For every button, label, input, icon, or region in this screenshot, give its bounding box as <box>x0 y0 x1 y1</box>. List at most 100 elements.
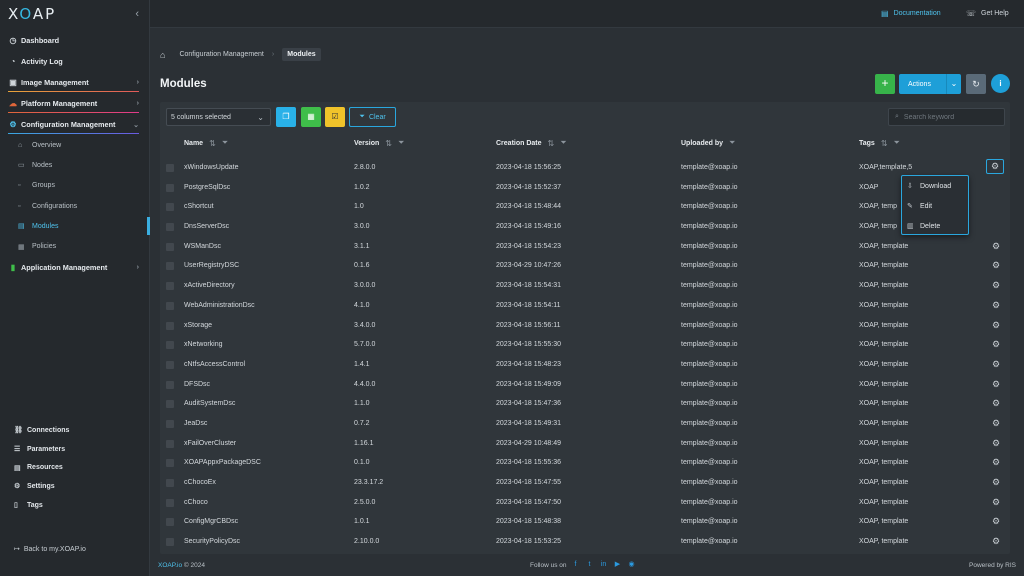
table-row[interactable]: xStorage 3.4.0.0 2023-04-18 15:56:11 templa… <box>160 316 1010 336</box>
filter-icon[interactable]: ⏷ <box>894 138 900 148</box>
row-checkbox[interactable] <box>166 242 174 251</box>
table-row[interactable]: xWindowsUpdate 2.8.0.0 2023-04-18 15:56:25… <box>160 158 1010 178</box>
gear-icon[interactable]: ⚙ <box>992 339 1000 350</box>
back-link[interactable]: ↦ Back to my.XOAP.io <box>14 545 86 554</box>
gear-icon[interactable]: ⚙ <box>992 418 1000 429</box>
table-row[interactable]: DFSDsc 4.4.0.0 2023-04-18 15:49:09 template… <box>160 375 1010 395</box>
search-input[interactable] <box>903 113 994 121</box>
add-module-button[interactable]: + <box>875 74 895 94</box>
column-header-tags[interactable]: Tags ⇅ ⏷ <box>859 138 900 148</box>
gear-icon[interactable]: ⚙ <box>992 497 1000 508</box>
row-checkbox[interactable] <box>166 538 174 547</box>
row-checkbox[interactable] <box>166 439 174 448</box>
row-checkbox[interactable] <box>166 164 174 172</box>
sidebar-item-dashboard[interactable]: ◷ Dashboard <box>0 30 149 51</box>
chevron-down-icon[interactable]: ⌄ <box>946 74 961 94</box>
table-row[interactable]: SecurityPolicyDsc 2.10.0.0 2023-04-18 15:5… <box>160 532 1010 552</box>
sidebar-item-platform-management[interactable]: ☁ Platform Management › <box>0 93 149 114</box>
table-row[interactable]: WSManDsc 3.1.1 2023-04-18 15:54:23 template… <box>160 237 1010 257</box>
row-checkbox[interactable] <box>166 341 174 350</box>
row-checkbox[interactable] <box>166 479 174 487</box>
row-checkbox[interactable] <box>166 419 174 428</box>
row-checkbox[interactable] <box>166 360 174 369</box>
edit-menu-item[interactable]: ✎ Edit <box>902 196 968 216</box>
documentation-link[interactable]: ▤ Documentation <box>881 9 941 18</box>
twitter-icon[interactable]: t <box>585 560 595 570</box>
gear-icon[interactable]: ⚙ <box>992 438 1000 449</box>
table-row[interactable]: PostgreSqlDsc 1.0.2 2023-04-18 15:52:37 tem… <box>160 178 1010 198</box>
row-checkbox[interactable] <box>166 262 174 271</box>
gear-icon[interactable]: ⚙ <box>992 477 1000 488</box>
gear-icon[interactable]: ⚙ <box>992 536 1000 547</box>
collapse-sidebar-icon[interactable]: ‹ <box>135 8 139 20</box>
gear-icon[interactable]: ⚙ <box>992 457 1000 468</box>
sort-icon[interactable]: ⇅ <box>385 139 392 148</box>
sidebar-item-parameters[interactable]: ☰ Parameters <box>0 440 150 459</box>
sidebar-item-resources[interactable]: ▤ Resources <box>0 458 150 477</box>
row-checkbox[interactable] <box>166 301 174 310</box>
sidebar-item-configuration-management[interactable]: ⚙ Configuration Management ⌄ <box>0 114 149 135</box>
help-link[interactable]: ☏ Get Help <box>966 9 1009 18</box>
row-checkbox[interactable] <box>166 459 174 468</box>
table-row[interactable]: xFailOverCluster 1.16.1 2023-04-29 10:48:4… <box>160 434 1010 454</box>
home-icon[interactable]: ⌂ <box>160 50 165 60</box>
row-checkbox[interactable] <box>166 223 174 232</box>
row-checkbox[interactable] <box>166 282 174 291</box>
row-checkbox[interactable] <box>166 321 174 330</box>
table-row[interactable]: cChocoEx 23.3.17.2 2023-04-18 15:47:55 temp… <box>160 473 1010 493</box>
sidebar-subitem-modules[interactable]: ▤ Modules <box>0 216 150 236</box>
filter-icon[interactable]: ⏷ <box>222 138 228 148</box>
table-row[interactable]: UserRegistryDSC 0.1.6 2023-04-29 10:47:26 t… <box>160 256 1010 276</box>
gear-icon[interactable]: ⚙ <box>992 359 1000 370</box>
row-checkbox[interactable] <box>166 380 174 389</box>
column-header-uploaded-by[interactable]: Uploaded by ⏷ <box>681 138 735 148</box>
table-row[interactable]: AuditSystemDsc 1.1.0 2023-04-18 15:47:36 te… <box>160 394 1010 414</box>
table-row[interactable]: xNetworking 5.7.0.0 2023-04-18 15:55:30 tem… <box>160 335 1010 355</box>
sidebar-item-connections[interactable]: ⛓ Connections <box>0 421 150 440</box>
copy-button[interactable]: ❐ <box>276 107 296 127</box>
columns-select[interactable]: 5 columns selected ⌄ <box>166 108 271 126</box>
gear-icon[interactable]: ⚙ <box>992 300 1000 311</box>
logo[interactable]: XOAP <box>8 5 56 23</box>
gear-icon[interactable]: ⚙ <box>992 398 1000 409</box>
table-row[interactable]: cChoco 2.5.0.0 2023-04-18 15:47:50 template… <box>160 493 1010 513</box>
table-row[interactable]: WebAdministrationDsc 4.1.0 2023-04-18 15:5… <box>160 296 1010 316</box>
sort-icon[interactable]: ⇅ <box>881 139 888 148</box>
select-all-button[interactable]: ☑ <box>325 107 345 127</box>
sidebar-item-activity-log[interactable]: ◔ Activity Log <box>0 51 149 72</box>
gear-icon[interactable]: ⚙ <box>986 159 1004 174</box>
sidebar-subitem-overview[interactable]: ⌂ Overview <box>0 135 149 155</box>
gear-icon[interactable]: ⚙ <box>992 280 1000 291</box>
actions-button[interactable]: Actions ⌄ <box>899 74 961 94</box>
table-row[interactable]: DnsServerDsc 3.0.0 2023-04-18 15:49:16 temp… <box>160 217 1010 237</box>
footer-brand[interactable]: XOAP.io <box>158 562 182 569</box>
row-checkbox[interactable] <box>166 498 174 507</box>
download-menu-item[interactable]: ⇩ Download <box>902 176 968 196</box>
table-row[interactable]: cShortcut 1.0 2023-04-18 15:48:44 template@… <box>160 197 1010 217</box>
youtube-icon[interactable]: ▶ <box>613 560 623 570</box>
filter-icon[interactable]: ⏷ <box>560 138 566 148</box>
gear-icon[interactable]: ⚙ <box>992 260 1000 271</box>
linkedin-icon[interactable]: in <box>599 560 609 570</box>
gear-icon[interactable]: ⚙ <box>992 379 1000 390</box>
gear-icon[interactable]: ⚙ <box>992 516 1000 527</box>
sidebar-item-image-management[interactable]: ▣ Image Management › <box>0 72 149 93</box>
sidebar-subitem-groups[interactable]: ▫ Groups <box>0 176 149 196</box>
github-icon[interactable]: ◉ <box>627 560 637 570</box>
breadcrumb-parent[interactable]: Configuration Management <box>179 51 263 58</box>
row-checkbox[interactable] <box>166 183 174 192</box>
clear-filters-button[interactable]: ⏷ Clear <box>349 107 396 127</box>
row-checkbox[interactable] <box>166 518 174 527</box>
filter-icon[interactable]: ⏷ <box>398 138 404 148</box>
delete-menu-item[interactable]: ▥ Delete <box>902 216 968 236</box>
column-header-name[interactable]: Name ⇅ ⏷ <box>184 138 228 148</box>
sidebar-subitem-policies[interactable]: ▦ Policies <box>0 236 149 256</box>
sort-icon[interactable]: ⇅ <box>548 139 555 148</box>
sidebar-item-application-management[interactable]: ▮ Application Management › <box>0 257 149 278</box>
column-header-creation-date[interactable]: Creation Date ⇅ ⏷ <box>496 138 567 148</box>
gear-icon[interactable]: ⚙ <box>992 241 1000 252</box>
sidebar-subitem-nodes[interactable]: ▭ Nodes <box>0 155 149 175</box>
sidebar-item-tags[interactable]: ▯ Tags <box>0 496 150 515</box>
column-header-version[interactable]: Version ⇅ ⏷ <box>354 138 404 148</box>
refresh-button[interactable]: ↻ <box>966 74 986 94</box>
